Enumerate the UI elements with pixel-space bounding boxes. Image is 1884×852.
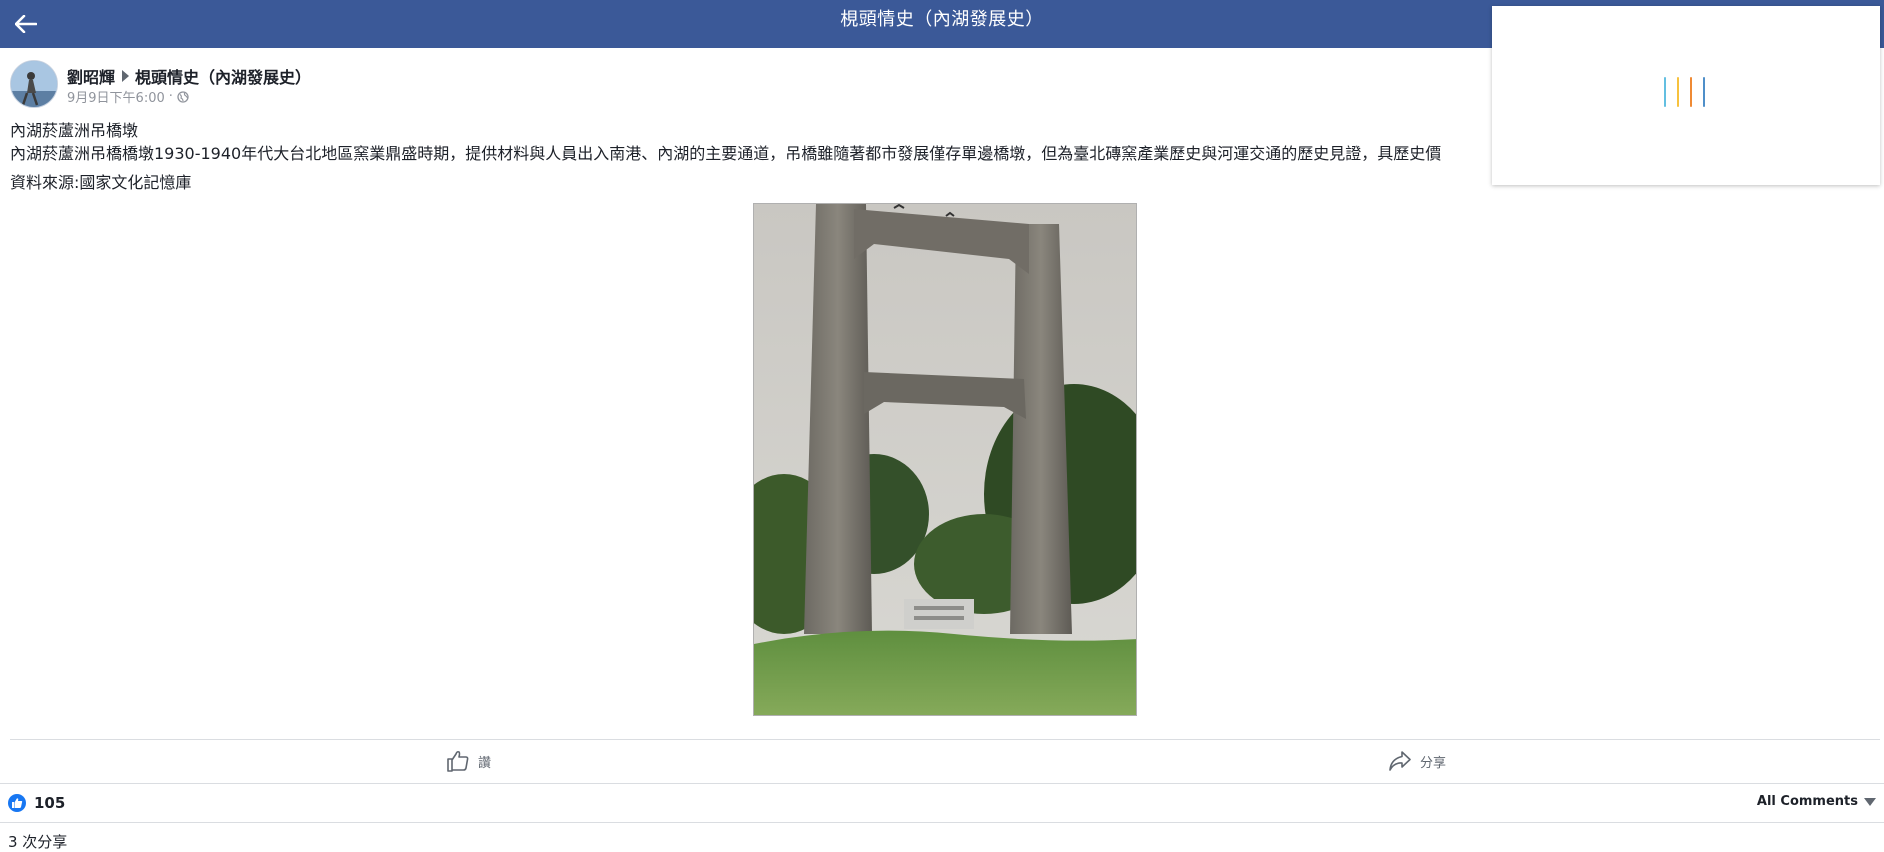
avatar[interactable] (10, 60, 58, 108)
globe-icon (177, 90, 189, 103)
post-meta: 9月9日下午6:00 · (67, 87, 189, 106)
share-button[interactable]: 分享 (1388, 748, 1446, 774)
post-timestamp[interactable]: 9月9日下午6:00 (67, 87, 165, 106)
post-text-line: 內湖菸蘆洲吊橋橋墩1930-1940年代大台北地區窯業鼎盛時期，提供材料與人員出… (10, 144, 1442, 163)
comments-filter-label: All Comments (1756, 794, 1858, 809)
author-line: 劉昭輝 梘頭情史（內湖發展史） (67, 64, 311, 88)
author-name[interactable]: 劉昭輝 (67, 64, 115, 88)
post-source: 資料來源:國家文化記憶庫 (10, 173, 192, 192)
meta-separator: · (168, 89, 173, 104)
like-button[interactable]: 讚 (446, 748, 491, 774)
comments-filter-dropdown[interactable]: All Comments (1757, 794, 1876, 809)
like-label: 讚 (478, 755, 492, 771)
caret-right-icon (122, 70, 130, 82)
post-text-line: 內湖菸蘆洲吊橋墩 (10, 121, 139, 140)
post-text: 內湖菸蘆洲吊橋墩 內湖菸蘆洲吊橋橋墩1930-1940年代大台北地區窯業鼎盛時期… (10, 119, 1441, 194)
bridge-pier-photo (754, 204, 1136, 715)
thumbs-up-icon (447, 750, 469, 772)
stats-divider (0, 822, 1884, 823)
share-count[interactable]: 3 次分享 (8, 831, 67, 852)
loading-bars-icon (1664, 77, 1705, 109)
loading-card (1492, 6, 1880, 185)
like-count-row[interactable]: 105 (8, 794, 65, 812)
share-label: 分享 (1420, 755, 1447, 771)
caret-down-icon (1864, 797, 1876, 806)
post-photo[interactable] (753, 203, 1137, 716)
like-count: 105 (34, 794, 66, 812)
group-name[interactable]: 梘頭情史（內湖發展史） (135, 64, 311, 88)
actions-divider-top (10, 739, 1880, 740)
share-icon (1389, 751, 1411, 771)
like-reaction-icon (8, 794, 26, 812)
actions-divider-bottom (0, 783, 1884, 784)
